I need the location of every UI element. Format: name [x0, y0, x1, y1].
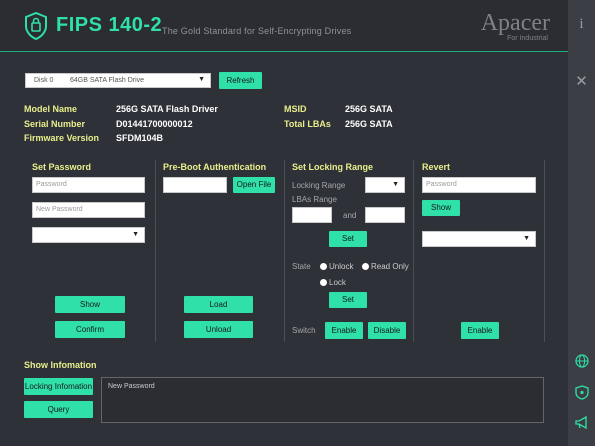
msid-label: MSID: [284, 104, 307, 114]
information-output[interactable]: New Password: [101, 377, 544, 423]
chevron-down-icon: ▼: [198, 76, 205, 83]
revert-password-field[interactable]: Password: [422, 177, 536, 193]
read-only-radio[interactable]: Read Only: [362, 262, 409, 271]
revert-option-select[interactable]: ▼: [422, 231, 536, 247]
radio-icon: [320, 279, 327, 286]
open-file-button[interactable]: Open File: [233, 177, 275, 193]
switch-label: Switch: [292, 326, 316, 335]
firmware-version-label: Firmware Version: [24, 133, 100, 143]
and-label: and: [343, 211, 357, 220]
lba-start-field[interactable]: [292, 207, 332, 223]
chevron-down-icon: ▼: [523, 235, 530, 242]
switch-enable-button[interactable]: Enable: [325, 322, 363, 339]
lock-radio-label: Lock: [329, 278, 346, 287]
set-range-button[interactable]: Set: [329, 231, 367, 247]
section-divider: [544, 160, 545, 342]
section-divider: [155, 160, 156, 342]
right-sidebar: i ✕: [568, 0, 595, 446]
section-divider: [413, 160, 414, 342]
radio-icon: [320, 263, 327, 270]
read-only-radio-label: Read Only: [371, 262, 409, 271]
refresh-button[interactable]: Refresh: [219, 72, 262, 89]
model-name-value: 256G SATA Flash Driver: [116, 104, 218, 114]
revert-title: Revert: [422, 162, 451, 172]
lba-end-field[interactable]: [365, 207, 405, 223]
revert-show-button[interactable]: Show: [422, 200, 460, 216]
unlock-radio-label: Unlock: [329, 262, 354, 271]
locking-information-button[interactable]: Locking Infomation: [24, 378, 93, 395]
app-subtitle: The Gold Standard for Self-Encrypting Dr…: [162, 26, 352, 36]
locking-range-title: Set Locking Range: [292, 162, 374, 172]
megaphone-icon[interactable]: [568, 415, 595, 432]
lock-radio[interactable]: Lock: [320, 278, 346, 287]
lbas-range-label: LBAs Range: [292, 195, 337, 204]
new-password-field[interactable]: New Password: [32, 202, 145, 218]
disk-model-label: 64GB SATA Flash Drive: [70, 77, 145, 84]
set-state-button[interactable]: Set: [329, 292, 367, 308]
revert-enable-button[interactable]: Enable: [461, 322, 499, 339]
brand-logo: Apacer: [480, 10, 550, 36]
chevron-down-icon: ▼: [392, 181, 399, 188]
password-option-select[interactable]: ▼: [32, 227, 145, 243]
globe-icon[interactable]: [568, 354, 595, 371]
locking-range-select[interactable]: ▼: [365, 177, 405, 193]
unlock-radio[interactable]: Unlock: [320, 262, 353, 271]
model-name-label: Model Name: [24, 104, 78, 114]
total-lbas-label: Total LBAs: [284, 119, 331, 129]
app-header: FIPS 140-2 The Gold Standard for Self-En…: [0, 0, 568, 52]
msid-value: 256G SATA: [345, 104, 393, 114]
password-field[interactable]: Password: [32, 177, 145, 193]
load-button[interactable]: Load: [184, 296, 253, 313]
app-title: FIPS 140-2: [56, 14, 163, 36]
serial-number-value: D01441700000012: [116, 119, 193, 129]
query-button[interactable]: Query: [24, 401, 93, 418]
chevron-down-icon: ▼: [132, 231, 139, 238]
total-lbas-value: 256G SATA: [345, 119, 393, 129]
pre-boot-file-field[interactable]: [163, 177, 227, 193]
section-divider: [284, 160, 285, 342]
serial-number-label: Serial Number: [24, 119, 86, 129]
pre-boot-title: Pre-Boot Authentication: [163, 162, 267, 172]
unload-button[interactable]: Unload: [184, 321, 253, 338]
close-icon[interactable]: ✕: [568, 72, 595, 90]
confirm-password-button[interactable]: Confirm: [55, 321, 125, 338]
disk-select-value: Disk 0: [34, 77, 54, 84]
shield-check-icon[interactable]: [568, 385, 595, 403]
brand-tagline: For Industrial: [507, 35, 548, 42]
show-info-title: Show Infomation: [24, 360, 97, 370]
firmware-version-value: SFDM104B: [116, 133, 164, 143]
shield-lock-logo-icon: [24, 11, 48, 45]
locking-range-label: Locking Range: [292, 181, 346, 190]
disk-select[interactable]: Disk 0 64GB SATA Flash Drive ▼: [25, 73, 211, 88]
switch-disable-button[interactable]: Disable: [368, 322, 406, 339]
info-icon[interactable]: i: [568, 16, 595, 33]
state-label: State: [292, 262, 311, 271]
show-password-button[interactable]: Show: [55, 296, 125, 313]
set-password-title: Set Password: [32, 162, 92, 172]
radio-icon: [362, 263, 369, 270]
